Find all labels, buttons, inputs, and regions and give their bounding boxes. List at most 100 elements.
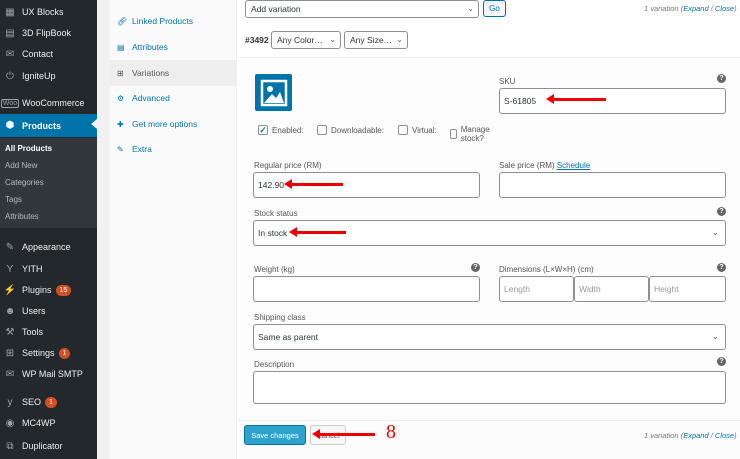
sidebar-item-tools[interactable]: ⚒ Tools bbox=[0, 322, 97, 342]
power-icon: ⏻ bbox=[6, 70, 14, 82]
tab-attributes[interactable]: ▤ Attributes bbox=[110, 34, 237, 60]
close-link[interactable]: Close bbox=[715, 431, 734, 440]
blocks-icon: ▦ bbox=[5, 6, 15, 18]
sidebar-item-igniteup[interactable]: ⏻ IgniteUp bbox=[0, 66, 97, 86]
shipping-class-select[interactable]: Same as parent ⌄ bbox=[253, 324, 726, 350]
checkmark-icon: ✓ bbox=[258, 124, 268, 135]
sidebar-item-mc4wp[interactable]: ◉ MC4WP bbox=[0, 413, 97, 433]
sidebar-item-contact[interactable]: ✉ Contact bbox=[0, 44, 97, 64]
box-icon: ⬢ bbox=[5, 120, 15, 131]
link-icon: 🔗︎ bbox=[117, 16, 128, 26]
annotation-arrow bbox=[312, 429, 375, 439]
expand-link[interactable]: Expand bbox=[683, 4, 708, 13]
chevron-down-icon: ⌄ bbox=[329, 35, 336, 44]
manage-stock-checkbox[interactable]: Manage stock? bbox=[450, 125, 493, 143]
help-icon: ? bbox=[717, 74, 726, 83]
go-button[interactable]: Go bbox=[483, 0, 506, 17]
tab-linked-products[interactable]: 🔗︎ Linked Products bbox=[110, 8, 237, 34]
tab-extra[interactable]: ✎ Extra bbox=[110, 136, 237, 162]
tab-get-more-options[interactable]: ✚ Get more options bbox=[110, 111, 237, 137]
sidebar-item-products[interactable]: ⬢ Products bbox=[0, 114, 97, 137]
sidebar-item-3d-flipbook[interactable]: ▤ 3D FlipBook bbox=[0, 23, 97, 43]
help-icon: ? bbox=[717, 357, 726, 366]
mc4wp-icon: ◉ bbox=[5, 417, 15, 429]
submenu-add-new[interactable]: Add New bbox=[0, 157, 97, 174]
yith-icon: Y bbox=[6, 263, 14, 275]
sidebar-item-plugins[interactable]: ⚡ Plugins 15 bbox=[0, 280, 97, 300]
help-icon: ? bbox=[471, 263, 480, 272]
help-icon: ? bbox=[717, 207, 726, 216]
seo-badge: 1 bbox=[45, 396, 57, 408]
regular-price-label: Regular price (RM) bbox=[254, 161, 322, 170]
plugins-update-badge: 15 bbox=[55, 284, 72, 296]
submenu-tags[interactable]: Tags bbox=[0, 191, 97, 208]
submenu-categories[interactable]: Categories bbox=[0, 174, 97, 191]
size-select[interactable]: Any Size… ⌄ bbox=[344, 31, 408, 49]
admin-sidebar: ▦ UX Blocks ▤ 3D FlipBook ✉ Contact ⏻ Ignite… bbox=[0, 0, 97, 459]
downloadable-checkbox[interactable]: Downloadable: bbox=[317, 125, 384, 135]
mail-smtp-icon: ✉ bbox=[5, 368, 15, 380]
settings-badge: 1 bbox=[58, 347, 71, 359]
virtual-checkbox[interactable]: Virtual: bbox=[398, 125, 437, 135]
add-variation-select[interactable]: Add variation ⌄ bbox=[245, 0, 479, 18]
book-icon: ▤ bbox=[5, 27, 15, 39]
length-input[interactable]: Length bbox=[499, 276, 574, 302]
annotation-arrow bbox=[289, 227, 346, 237]
submenu-all-products[interactable]: All Products bbox=[0, 140, 97, 157]
close-link[interactable]: Close bbox=[715, 4, 734, 13]
mail-icon: ✉ bbox=[5, 48, 15, 60]
chevron-down-icon: ⌄ bbox=[396, 35, 403, 44]
grid-icon: ⊞ bbox=[117, 68, 124, 78]
enabled-checkbox[interactable]: ✓ Enabled: bbox=[258, 125, 304, 135]
weight-input[interactable] bbox=[253, 276, 480, 302]
chevron-down-icon: ⌄ bbox=[711, 331, 719, 341]
help-icon: ? bbox=[717, 263, 726, 272]
image-placeholder-icon bbox=[260, 79, 287, 106]
tab-variations[interactable]: ⊞ Variations bbox=[110, 60, 237, 86]
annotation-arrow bbox=[284, 179, 343, 189]
gear-icon: ⚙ bbox=[117, 93, 125, 103]
yoast-icon: y bbox=[7, 396, 13, 408]
sku-input[interactable]: S-61805 bbox=[499, 88, 726, 114]
height-input[interactable]: Height bbox=[649, 276, 726, 302]
schedule-link[interactable]: Schedule bbox=[557, 161, 590, 170]
sale-price-input[interactable] bbox=[499, 172, 726, 198]
sidebar-item-yith[interactable]: Y YITH bbox=[0, 259, 97, 279]
stock-status-label: Stock status bbox=[254, 209, 298, 218]
expand-link[interactable]: Expand bbox=[683, 431, 708, 440]
paintbrush-icon: ✎ bbox=[5, 241, 15, 253]
sidebar-item-woocommerce[interactable]: Woo WooCommerce bbox=[0, 93, 97, 113]
sale-price-label: Sale price (RM) Schedule bbox=[499, 161, 591, 170]
submenu-attributes[interactable]: Attributes bbox=[0, 208, 97, 225]
variation-image-button[interactable] bbox=[255, 74, 292, 111]
annotation-arrow bbox=[546, 94, 606, 104]
width-input[interactable]: Width bbox=[574, 276, 649, 302]
sidebar-item-duplicator[interactable]: ⧉ Duplicator bbox=[0, 436, 97, 456]
annotation-step-number: 8 bbox=[386, 421, 396, 443]
chevron-down-icon: ⌄ bbox=[711, 227, 719, 237]
variation-count-bottom: 1 variation (Expand / Close) bbox=[644, 431, 737, 440]
sidebar-item-seo[interactable]: y SEO 1 bbox=[0, 392, 97, 412]
woocommerce-icon: Woo bbox=[0, 98, 20, 108]
product-data-tabs: 🔗︎ Linked Products ▤ Attributes ⊞ Variation… bbox=[110, 0, 237, 459]
list-icon: ▤ bbox=[117, 42, 125, 52]
chevron-down-icon: ⌄ bbox=[467, 4, 474, 13]
dimensions-label: Dimensions (L×W×H) (cm) bbox=[499, 265, 594, 274]
wrench-icon: ✎ bbox=[117, 144, 124, 154]
description-textarea[interactable] bbox=[253, 371, 726, 404]
sidebar-item-ux-blocks[interactable]: ▦ UX Blocks bbox=[0, 2, 97, 22]
description-label: Description bbox=[254, 360, 295, 369]
plugin-icon: ⚡ bbox=[3, 284, 17, 296]
tab-advanced[interactable]: ⚙ Advanced bbox=[110, 85, 237, 111]
settings-icon: ⊞ bbox=[5, 347, 15, 359]
variation-count: 1 variation (Expand / Close) bbox=[644, 4, 737, 13]
color-select[interactable]: Any Color… ⌄ bbox=[271, 31, 341, 49]
sidebar-item-wp-mail-smtp[interactable]: ✉ WP Mail SMTP bbox=[0, 364, 97, 384]
plug-icon: ✚ bbox=[117, 119, 124, 129]
sidebar-item-settings[interactable]: ⊞ Settings 1 bbox=[0, 343, 97, 363]
sidebar-item-appearance[interactable]: ✎ Appearance bbox=[0, 237, 97, 257]
sidebar-item-users[interactable]: ☻ Users bbox=[0, 301, 97, 321]
save-changes-button[interactable]: Save changes bbox=[244, 425, 306, 445]
weight-label: Weight (kg) bbox=[254, 265, 295, 274]
sku-label: SKU bbox=[499, 77, 516, 86]
